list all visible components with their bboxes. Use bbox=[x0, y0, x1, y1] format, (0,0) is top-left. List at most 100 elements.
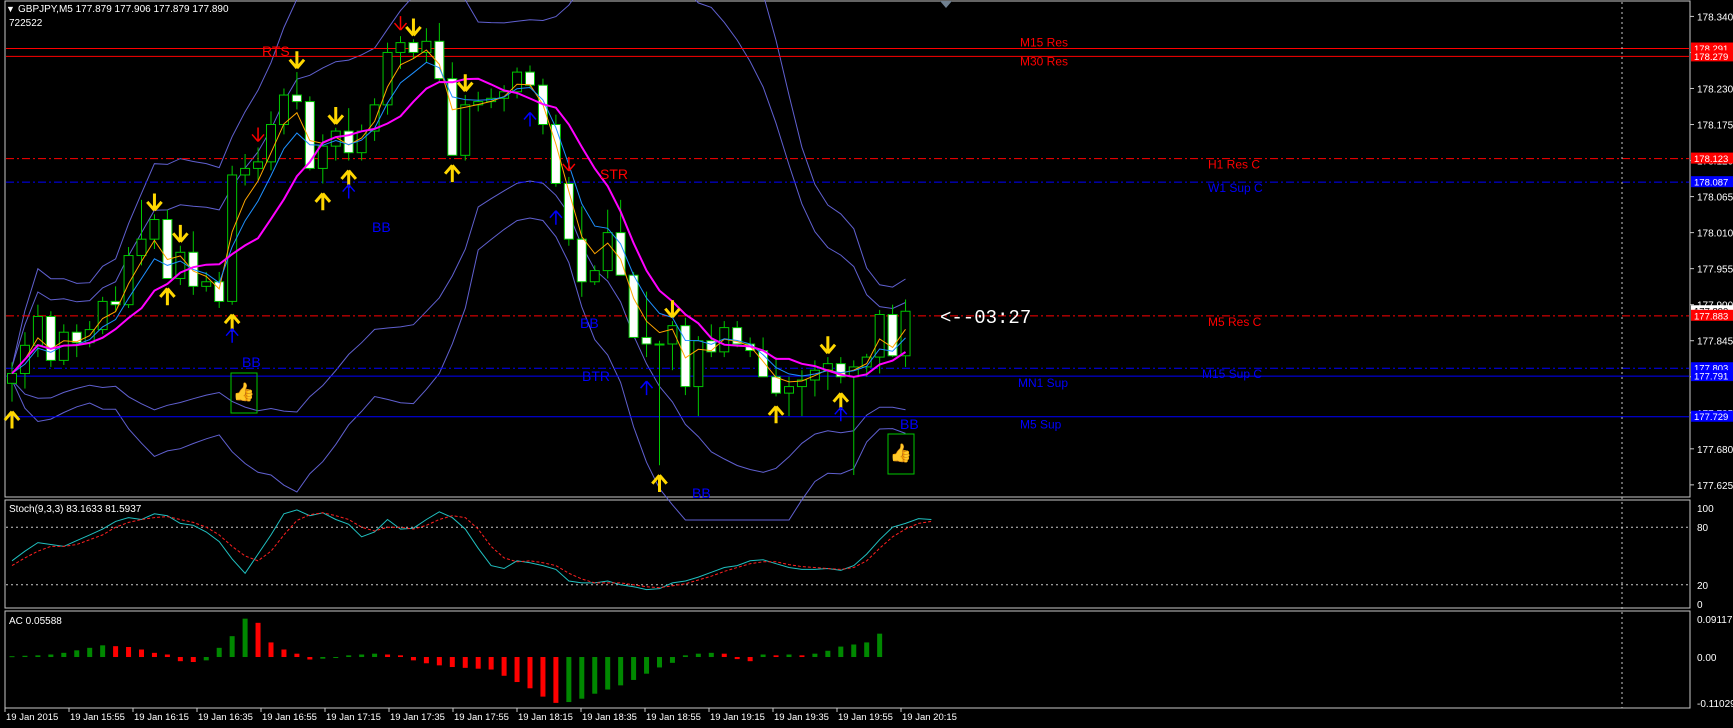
ac-bar bbox=[178, 657, 183, 661]
price-badge-label: 177.883 bbox=[1694, 311, 1728, 322]
ac-bar bbox=[657, 657, 662, 667]
ac-bar bbox=[851, 645, 856, 658]
svg-text:👍: 👍 bbox=[233, 381, 255, 402]
ac-bar bbox=[294, 654, 299, 657]
time-tick-label: 19 Jan 16:15 bbox=[134, 712, 189, 723]
level-label: M15 Sup C bbox=[1202, 367, 1262, 381]
candle-body bbox=[124, 256, 133, 305]
time-tick-label: 19 Jan 15:55 bbox=[70, 712, 125, 723]
ac-bar bbox=[553, 657, 558, 703]
candle-body bbox=[785, 387, 794, 394]
candle-body bbox=[422, 41, 431, 52]
ac-bar bbox=[424, 657, 429, 663]
candle-body bbox=[215, 282, 224, 302]
trading-chart-window[interactable]: M15 ResM30 ResH1 Res CW1 Sup CM5 Res CM1… bbox=[0, 0, 1733, 723]
ac-bar bbox=[812, 654, 817, 657]
level-label: M5 Sup bbox=[1020, 418, 1062, 432]
time-tick-label: 19 Jan 19:55 bbox=[838, 712, 893, 723]
ac-bar bbox=[372, 654, 377, 657]
level-label: W1 Sup C bbox=[1208, 181, 1263, 195]
candle bbox=[163, 210, 172, 279]
ac-bar bbox=[398, 655, 403, 657]
candle-body bbox=[526, 72, 535, 85]
level-label: MN1 Sup bbox=[1018, 376, 1068, 390]
candle-body bbox=[642, 337, 651, 344]
candle-body bbox=[202, 282, 211, 287]
time-tick-label: 19 Jan 16:35 bbox=[198, 712, 253, 723]
pattern-label: STR bbox=[600, 166, 628, 182]
candle-body bbox=[396, 43, 405, 53]
price-tick-label: 177.845 bbox=[1697, 337, 1733, 348]
price-tick-label: 178.065 bbox=[1697, 193, 1733, 204]
price-badge-label: 178.087 bbox=[1694, 178, 1728, 189]
ac-bar bbox=[126, 647, 131, 657]
ac-label: AC 0.05588 bbox=[9, 616, 62, 627]
stoch-tick-label: 100 bbox=[1697, 504, 1714, 515]
pattern-label: BB bbox=[900, 416, 919, 432]
candle-body bbox=[163, 220, 172, 279]
candle bbox=[46, 311, 55, 367]
ac-tick-label: 0.00 bbox=[1697, 653, 1717, 664]
level-label: M15 Res bbox=[1020, 36, 1068, 50]
ac-bar bbox=[489, 657, 494, 670]
level-label: H1 Res C bbox=[1208, 158, 1260, 172]
price-tick-label: 177.955 bbox=[1697, 265, 1733, 276]
ac-bar bbox=[10, 656, 15, 657]
ac-bar bbox=[256, 623, 261, 657]
ac-bar bbox=[540, 657, 545, 697]
ac-bar bbox=[35, 655, 40, 657]
collapse-triangle-icon[interactable]: ▼ bbox=[6, 4, 15, 14]
candle-body bbox=[228, 175, 237, 301]
ac-bar bbox=[566, 657, 571, 702]
ac-bar bbox=[113, 646, 118, 657]
price-tick-label: 178.010 bbox=[1697, 229, 1733, 240]
candle-body bbox=[292, 95, 301, 102]
ac-bar bbox=[437, 657, 442, 665]
price-tick-label: 178.175 bbox=[1697, 121, 1733, 132]
time-tick-label: 19 Jan 19:15 bbox=[710, 712, 765, 723]
ac-bar bbox=[825, 651, 830, 657]
ac-bar bbox=[204, 657, 209, 660]
pattern-label: BB bbox=[580, 315, 599, 331]
candle bbox=[564, 177, 573, 246]
candle-body bbox=[383, 52, 392, 104]
candle-body bbox=[655, 344, 664, 345]
candle-body bbox=[668, 326, 677, 344]
candle bbox=[461, 95, 470, 161]
ac-bar bbox=[579, 657, 584, 699]
ac-bar bbox=[61, 653, 66, 657]
pattern-label: RTS bbox=[262, 43, 290, 59]
ac-bar bbox=[735, 657, 740, 659]
time-tick-label: 19 Jan 17:55 bbox=[454, 712, 509, 723]
candle bbox=[228, 166, 237, 305]
ac-bar bbox=[333, 657, 338, 658]
stoch-tick-label: 80 bbox=[1697, 523, 1709, 534]
ac-bar bbox=[838, 647, 843, 657]
candle-body bbox=[772, 377, 781, 393]
pattern-label: BTR bbox=[582, 368, 610, 384]
ac-bar bbox=[476, 657, 481, 669]
ac-bar bbox=[100, 645, 105, 657]
candle-body bbox=[267, 125, 276, 162]
candle-body bbox=[694, 341, 703, 387]
ac-bar bbox=[320, 657, 325, 659]
time-tick-label: 19 Jan 19:35 bbox=[774, 712, 829, 723]
ac-bar bbox=[165, 655, 170, 658]
ac-bar bbox=[618, 657, 623, 685]
ac-bar bbox=[346, 655, 351, 657]
candle-body bbox=[888, 315, 897, 356]
time-tick-label: 19 Jan 20:15 bbox=[902, 712, 957, 723]
ac-bar bbox=[722, 654, 727, 657]
ac-bar bbox=[191, 657, 196, 662]
candle-body bbox=[46, 316, 55, 360]
ac-bar bbox=[307, 657, 312, 660]
ac-bar bbox=[683, 655, 688, 657]
time-tick-label: 19 Jan 18:55 bbox=[646, 712, 701, 723]
candle-body bbox=[603, 233, 612, 271]
ac-bar bbox=[592, 657, 597, 694]
ac-bar bbox=[385, 655, 390, 658]
chart-canvas[interactable]: M15 ResM30 ResH1 Res CW1 Sup CM5 Res CM1… bbox=[0, 0, 1733, 723]
ac-bar bbox=[799, 655, 804, 657]
ac-bar bbox=[450, 657, 455, 667]
ac-bar bbox=[528, 657, 533, 688]
